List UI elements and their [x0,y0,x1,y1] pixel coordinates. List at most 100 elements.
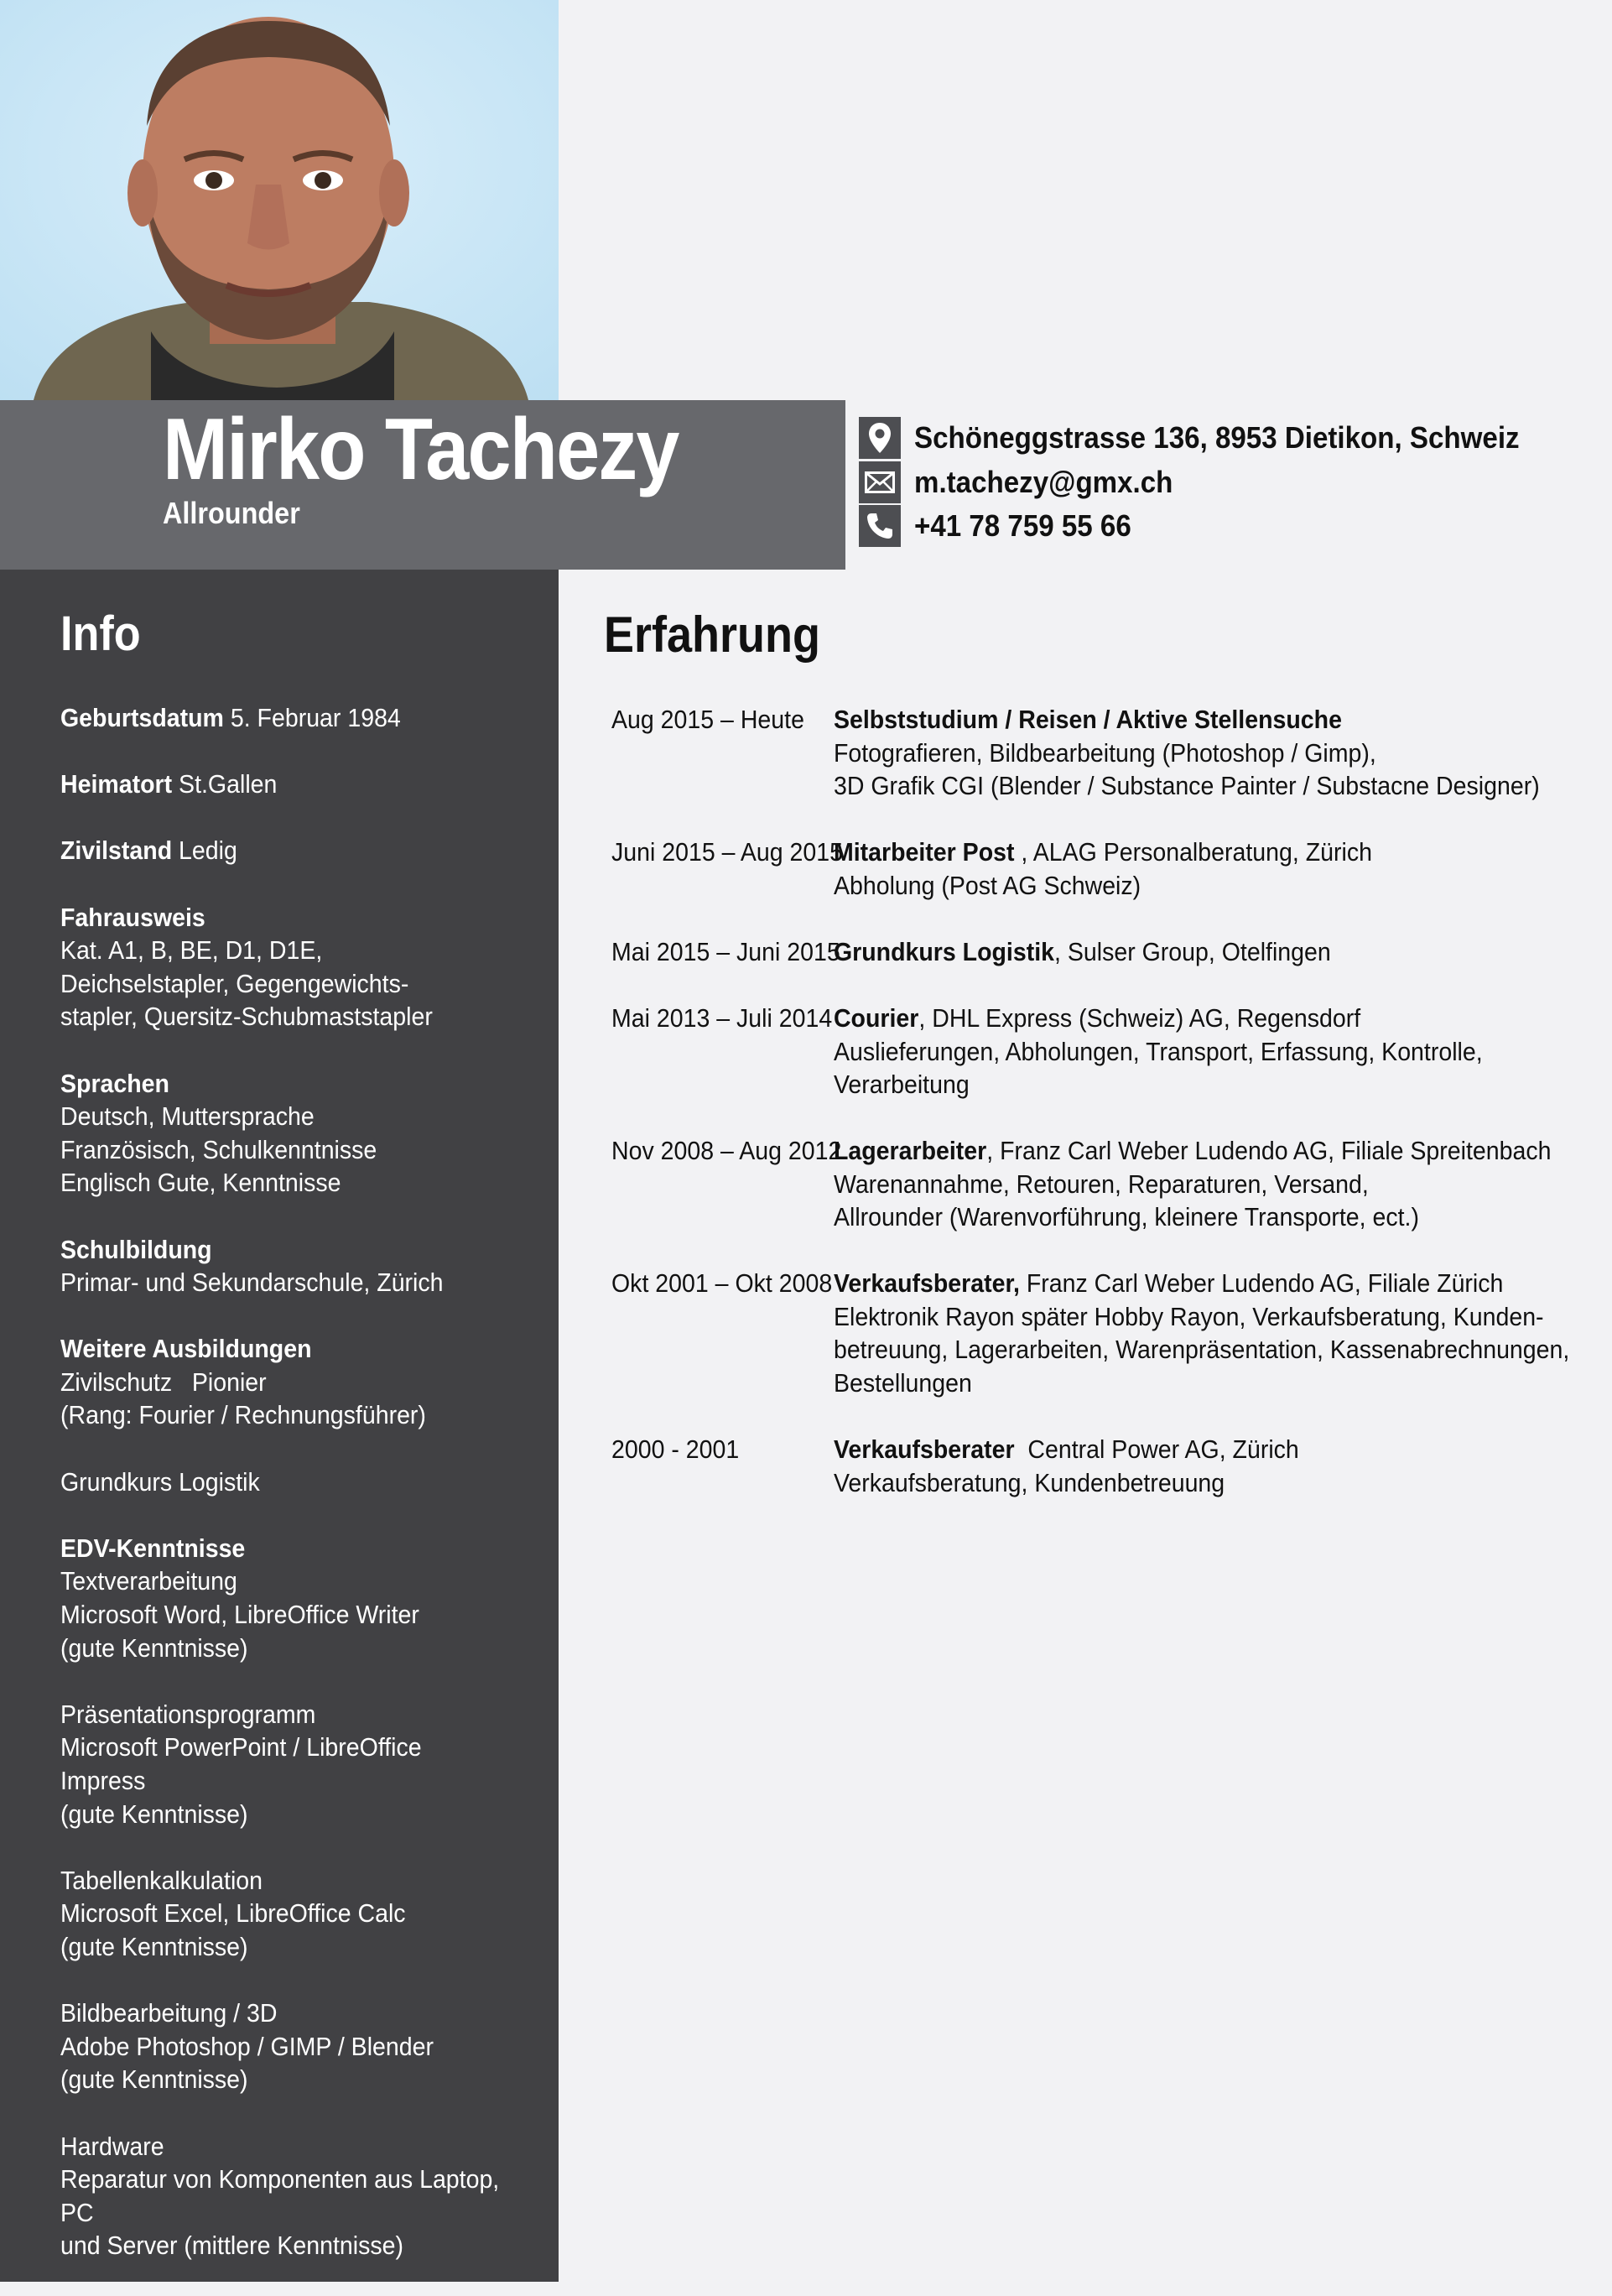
entry-company: , Sulser Group, Otelfingen [1054,937,1331,966]
entry-line: Auslieferungen, Abholungen, Transport, E… [833,1036,1483,1066]
entry-date: Mai 2013 – Juli 2014 [611,1003,833,1033]
person-role: Allrounder [163,496,300,530]
it-skill-line: Microsoft PowerPoint / LibreOffice Impre… [60,1732,422,1795]
origin-item: Heimatort St.Gallen [60,768,508,801]
entry-body: Courier, DHL Express (Schweiz) AG, Regen… [834,1002,1513,1101]
it-skill-line: (gute Kenntnisse) [60,1632,248,1663]
entry-company: Central Power AG, Zürich [1014,1434,1299,1464]
entry-title: Grundkurs Logistik [833,937,1055,966]
license-line: Kat. A1, B, BE, D1, D1E, [60,935,323,966]
it-group: Bildbearbeitung / 3D Adobe Photoshop / G… [60,1997,508,2096]
training-line: Zivilschutz Pionier [60,1367,267,1397]
entry-date: Okt 2001 – Okt 2008 [611,1268,833,1298]
language-line: Deutsch, Muttersprache [60,1101,315,1132]
training-line: (Rang: Fourier / Rechnungsführer) [60,1400,426,1430]
entry-body: Selbststudium / Reisen / Aktive Stellens… [833,703,1540,803]
entry-line: betreuung, Lagerarbeiten, Warenpräsentat… [833,1335,1570,1365]
contact-address: Schöneggstrasse 136, 8953 Dietikon, Schw… [859,416,1572,460]
it-group: Tabellenkalkulation Microsoft Excel, Lib… [60,1864,508,1964]
address-text: Schöneggstrasse 136, 8953 Dietikon, Schw… [914,420,1520,455]
languages-label: Sprachen [60,1068,169,1098]
civil-status-label: Zivilstand [60,836,173,866]
language-line: Französisch, Schulkenntnisse [60,1134,377,1164]
entry-line: Fotografieren, Bildbearbeitung (Photosho… [833,737,1376,768]
entry-body: Verkaufsberater Central Power AG, Zürich… [834,1433,1513,1499]
birth-date-value: 5. Februar 1984 [230,703,401,732]
entry-title: Selbststudium / Reisen / Aktive Stellens… [833,705,1342,734]
phone-text[interactable]: +41 78 759 55 66 [914,508,1131,544]
school-line: Primar- und Sekundarschule, Zürich [60,1268,444,1298]
training-item: Weitere Ausbildungen Zivilschutz Pionier… [60,1332,508,1432]
it-skill-line: Reparatur von Komponenten aus Laptop, PC [60,2164,500,2227]
entry-body: Mitarbeiter Post , ALAG Personalberatung… [834,836,1513,902]
entry-title: Verkaufsberater [833,1434,1015,1464]
it-skill-line: (gute Kenntnisse) [60,1799,248,1829]
entry-body: Lagerarbeiter, Franz Carl Weber Ludendo … [833,1134,1552,1234]
entry-date: Nov 2008 – Aug 2012 [611,1136,842,1165]
it-skill-line: Präsentationsprogramm [60,1699,316,1729]
profile-photo [0,0,559,400]
school-item: Schulbildung Primar- und Sekundarschule,… [60,1233,508,1299]
origin-value: St.Gallen [179,769,278,799]
entry-line: Warenannahme, Retouren, Reparaturen, Ver… [833,1169,1369,1199]
it-skill-line: Tabellenkalkulation [60,1865,263,1895]
entry-line: Abholung (Post AG Schweiz) [833,870,1141,900]
it-skill-line: (gute Kenntnisse) [60,1931,248,1961]
it-group: Präsentationsprogramm Microsoft PowerPoi… [60,1698,508,1830]
location-pin-icon [859,417,901,459]
training-label: Weitere Ausbildungen [60,1334,312,1364]
entry-line: Verkaufsberatung, Kundenbetreuung [833,1467,1225,1497]
entry-line: Verarbeitung [833,1070,970,1100]
it-skill-line: Microsoft Excel, LibreOffice Calc [60,1898,406,1929]
entry-line: Allrounder (Warenvorführung, kleinere Tr… [833,1202,1419,1232]
entry-company: , ALAG Personalberatung, Zürich [1014,837,1372,867]
entry-title: Mitarbeiter Post [833,837,1015,867]
entry-title: Courier [833,1003,919,1033]
civil-status-item: Zivilstand Ledig [60,834,508,867]
entry-body: Verkaufsberater, Franz Carl Weber Ludend… [833,1267,1570,1399]
it-skill-line: Hardware [60,2131,164,2161]
it-skill-line: (gute Kenntnisse) [60,2064,248,2095]
license-item: Fahrausweis Kat. A1, B, BE, D1, D1E, Dei… [60,901,508,1033]
it-skill-line: Bildbearbeitung / 3D [60,1998,278,2028]
license-line: stapler, Quersitz-Schubmaststapler [60,1002,433,1032]
it-skill-line: und Server (mittlere Kenntnisse) [60,2231,403,2261]
it-skill-line: Adobe Photoshop / GIMP / Blender [60,2031,434,2061]
it-skill-line: Microsoft Word, LibreOffice Writer [60,1600,419,1630]
it-group: Hardware Reparatur von Komponenten aus L… [60,2130,508,2262]
it-skill-line: Textverarbeitung [60,1566,237,1596]
entry-company: , DHL Express (Schweiz) AG, Regensdorf [918,1003,1361,1033]
languages-item: Sprachen Deutsch, Muttersprache Französi… [60,1067,508,1200]
license-label: Fahrausweis [60,902,205,932]
school-label: Schulbildung [60,1234,212,1264]
contact-email: m.tachezy@gmx.ch [859,461,1195,504]
experience-heading: Erfahrung [604,607,821,663]
entry-date: 2000 - 2001 [611,1434,740,1464]
entry-company: , Franz Carl Weber Ludendo AG, Filiale S… [986,1136,1552,1165]
entry-date: Mai 2015 – Juni 2015 [611,937,840,966]
civil-status-value: Ledig [179,836,237,866]
person-name: Mirko Tachezy [163,401,679,498]
info-details: Geburtsdatum 5. Februar 1984 Heimatort S… [60,701,508,2296]
birth-date-item: Geburtsdatum 5. Februar 1984 [60,701,508,735]
contact-phone: +41 78 759 55 66 [859,504,1150,548]
license-line: Deichselstapler, Gegengewichts- [60,968,409,998]
it-skills-label: EDV-Kenntnisse [60,1533,246,1563]
it-group: EDV-Kenntnisse Textverarbeitung Microsof… [60,1532,508,1664]
entry-company: Franz Carl Weber Ludendo AG, Filiale Zür… [1019,1268,1504,1298]
training-extra: Grundkurs Logistik [60,1466,260,1497]
phone-icon [859,505,901,547]
birth-date-label: Geburtsdatum [60,703,224,732]
entry-line: Elektronik Rayon später Hobby Rayon, Ver… [833,1301,1544,1331]
language-line: Englisch Gute, Kenntnisse [60,1168,341,1198]
entry-title: Verkaufsberater, [833,1268,1020,1298]
entry-title: Lagerarbeiter [833,1136,987,1165]
origin-label: Heimatort [60,769,173,799]
info-heading: Info [60,607,141,661]
entry-line: Bestellungen [833,1367,972,1398]
entry-date: Juni 2015 – Aug 2015 [611,837,843,867]
entry-line: 3D Grafik CGI (Blender / Substance Paint… [833,771,1540,801]
email-text[interactable]: m.tachezy@gmx.ch [914,465,1173,500]
envelope-icon [859,461,901,503]
entry-body: Grundkurs Logistik, Sulser Group, Otelfi… [834,935,1513,969]
